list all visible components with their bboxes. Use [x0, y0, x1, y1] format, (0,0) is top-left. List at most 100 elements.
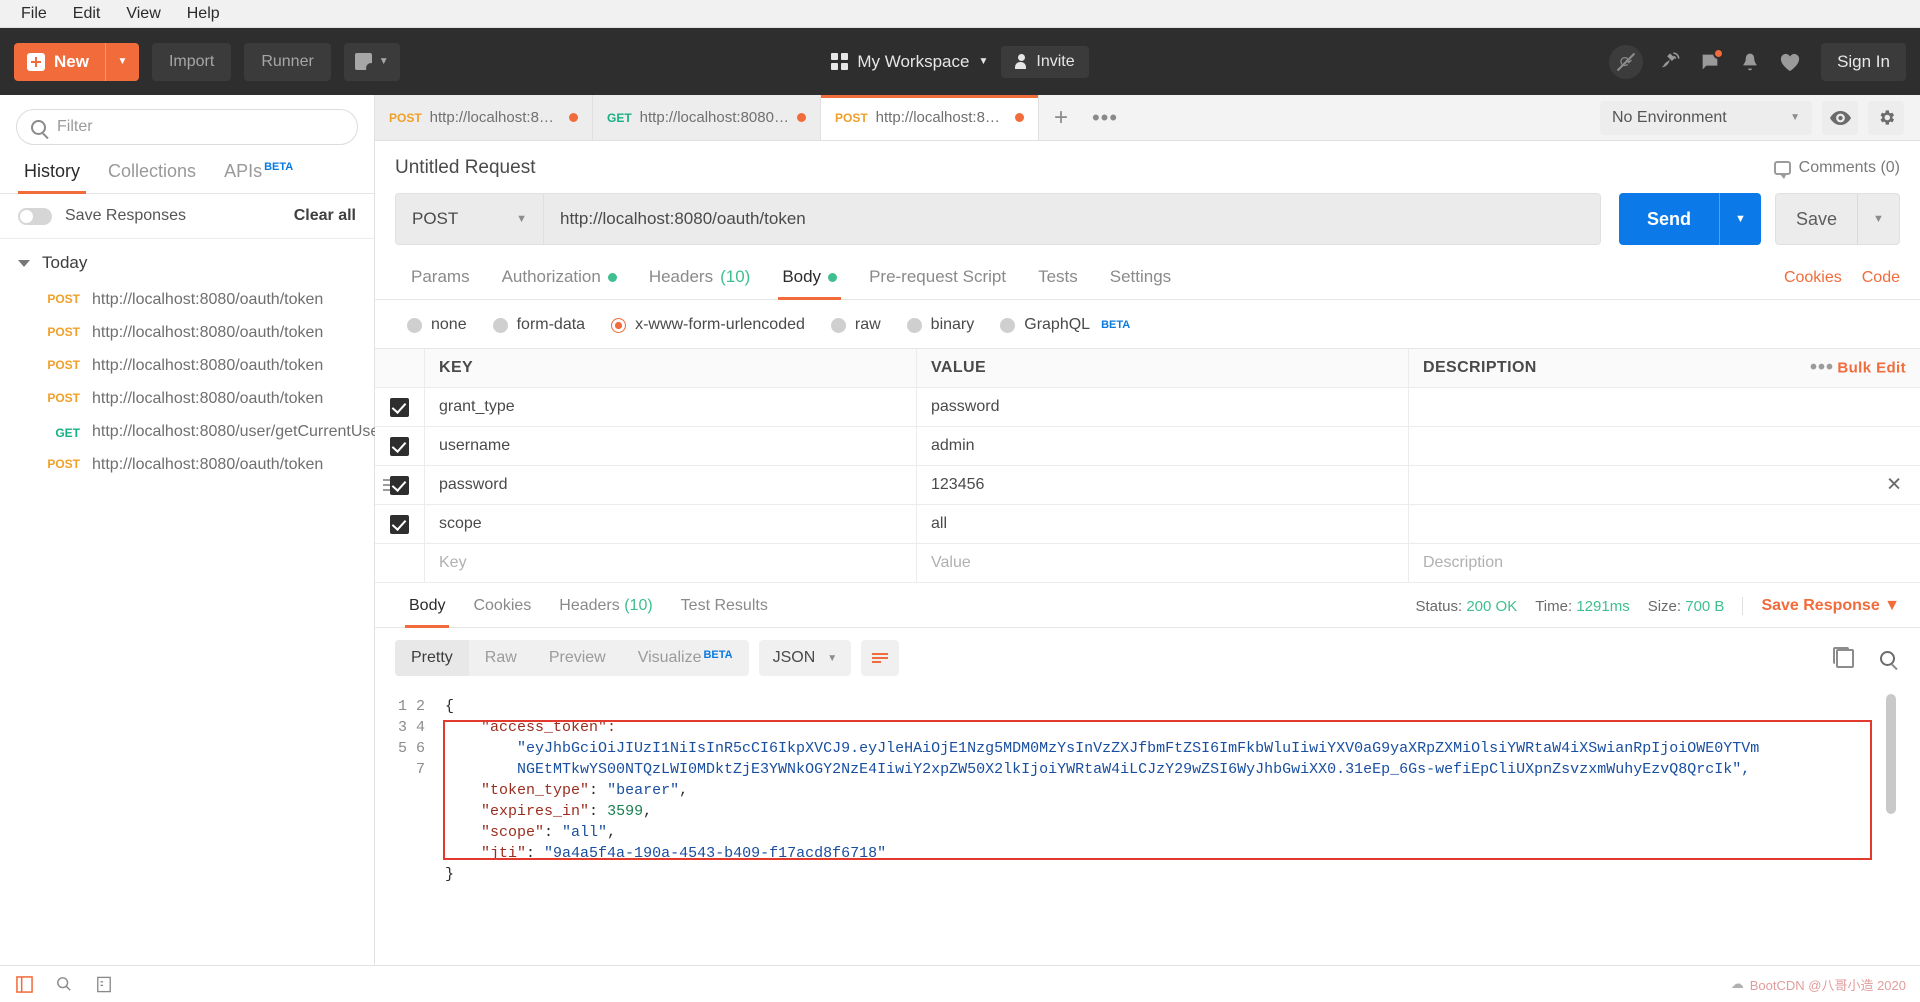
view-mode-preview[interactable]: Preview [533, 640, 622, 676]
menu-view[interactable]: View [113, 2, 173, 26]
table-row[interactable]: scope all [375, 505, 1920, 544]
tab-body[interactable]: Body [766, 263, 853, 300]
workspace-selector[interactable]: My Workspace ▼ [831, 52, 988, 72]
row-description[interactable] [1409, 466, 1920, 504]
comment-icon[interactable] [1697, 47, 1725, 75]
new-value-input[interactable]: Value [917, 544, 1409, 582]
row-description[interactable] [1409, 505, 1920, 543]
row-value[interactable]: all [917, 505, 1409, 543]
environment-selector[interactable]: No Environment ▼ [1600, 100, 1812, 135]
response-tab-test-results[interactable]: Test Results [667, 593, 782, 627]
table-options-button[interactable]: ••• [1810, 357, 1834, 380]
send-button[interactable]: Send ▼ [1618, 193, 1761, 245]
body-type-form-data[interactable]: form-data [492, 316, 585, 334]
body-type-binary[interactable]: binary [906, 316, 974, 334]
view-mode-visualize[interactable]: Visualize BETA [622, 640, 749, 676]
chevron-down-icon[interactable]: ▼ [104, 42, 139, 81]
response-body-code[interactable]: 1 2 3 4 5 6 7 { "access_token": "eyJhbGc… [375, 686, 1920, 965]
view-mode-pretty[interactable]: Pretty [395, 640, 469, 676]
sign-in-button[interactable]: Sign In [1821, 42, 1906, 81]
table-row-new[interactable]: Key Value Description [375, 544, 1920, 583]
close-icon[interactable]: ✕ [1886, 474, 1902, 497]
chevron-down-icon[interactable]: ▼ [1857, 194, 1899, 244]
response-tab-cookies[interactable]: Cookies [459, 593, 545, 627]
tab-headers[interactable]: Headers (10) [633, 263, 767, 299]
sidebar-tab-history[interactable]: History [10, 155, 94, 194]
request-tab-2[interactable]: GET http://localhost:8080/user/getC... [593, 95, 821, 140]
menu-help[interactable]: Help [174, 2, 233, 26]
sync-off-icon[interactable]: ⟳ [1609, 44, 1644, 79]
url-input[interactable]: http://localhost:8080/oauth/token [543, 193, 1601, 245]
request-tab-3[interactable]: POST http://localhost:8080/oauth/to... [821, 95, 1039, 140]
scrollbar-thumb[interactable] [1886, 694, 1896, 814]
heart-icon[interactable] [1777, 49, 1803, 75]
view-mode-raw[interactable]: Raw [469, 640, 533, 676]
list-item[interactable]: GET http://localhost:8080/user/getCurren… [0, 415, 384, 448]
tab-authorization[interactable]: Authorization [486, 263, 633, 299]
tab-tests[interactable]: Tests [1022, 263, 1094, 299]
copy-icon[interactable] [1832, 645, 1858, 671]
row-key[interactable]: username [425, 427, 917, 465]
menu-file[interactable]: File [8, 2, 60, 26]
invite-button[interactable]: Invite [1001, 45, 1089, 78]
request-tab-1[interactable]: POST http://localhost:8080/oauth/to... [375, 95, 593, 140]
list-item[interactable]: POST http://localhost:8080/oauth/token [0, 349, 374, 382]
row-value[interactable]: admin [917, 427, 1409, 465]
json-code[interactable]: { "access_token": "eyJhbGciOiJIUzI1NiIsI… [435, 686, 1920, 965]
bell-icon[interactable] [1737, 49, 1763, 75]
response-format-select[interactable]: JSON ▼ [758, 640, 852, 676]
row-key[interactable]: grant_type [425, 388, 917, 426]
response-tab-body[interactable]: Body [395, 593, 459, 628]
new-window-button[interactable]: ▼ [343, 42, 400, 81]
save-response-button[interactable]: Save Response ▼ [1742, 597, 1900, 615]
list-item[interactable]: POST http://localhost:8080/oauth/token [0, 283, 374, 316]
list-item[interactable]: POST http://localhost:8080/oauth/token [0, 448, 374, 481]
tab-options-button[interactable]: ••• [1083, 95, 1127, 140]
code-link[interactable]: Code [1862, 269, 1900, 287]
word-wrap-icon[interactable] [861, 640, 900, 676]
http-method-select[interactable]: POST ▼ [395, 193, 543, 245]
new-key-input[interactable]: Key [425, 544, 917, 582]
comments-button[interactable]: Comments (0) [1773, 159, 1900, 179]
table-row[interactable]: password 123456 ✕ [375, 466, 1920, 505]
tab-pre-request-script[interactable]: Pre-request Script [853, 263, 1022, 299]
table-row[interactable]: grant_type password [375, 388, 1920, 427]
cookies-link[interactable]: Cookies [1784, 269, 1842, 287]
row-description[interactable] [1409, 427, 1920, 465]
row-key[interactable]: scope [425, 505, 917, 543]
find-icon[interactable] [54, 974, 74, 994]
sidebar-toggle-icon[interactable] [14, 974, 34, 994]
checkbox-checked[interactable] [390, 475, 409, 495]
save-responses-toggle[interactable] [18, 207, 52, 225]
search-input[interactable]: Filter [16, 109, 358, 145]
import-button[interactable]: Import [151, 42, 232, 81]
sidebar-tab-apis[interactable]: APIs BETA [210, 155, 307, 193]
list-item[interactable]: POST http://localhost:8080/oauth/token [0, 382, 374, 415]
tab-settings[interactable]: Settings [1094, 263, 1187, 299]
row-value[interactable]: 123456 [917, 466, 1409, 504]
search-icon[interactable] [1874, 645, 1900, 671]
checkbox-checked[interactable] [390, 397, 409, 417]
console-icon[interactable] [94, 974, 114, 994]
satellite-icon[interactable] [1657, 49, 1683, 75]
response-tab-headers[interactable]: Headers (10) [545, 593, 666, 627]
new-tab-button[interactable]: + [1039, 95, 1083, 140]
body-type-none[interactable]: none [407, 316, 467, 334]
new-description-input[interactable]: Description [1409, 544, 1920, 582]
table-row[interactable]: username admin [375, 427, 1920, 466]
menu-edit[interactable]: Edit [60, 2, 114, 26]
row-description[interactable] [1409, 388, 1920, 426]
body-type-raw[interactable]: raw [830, 316, 881, 334]
new-button[interactable]: New ▼ [14, 42, 139, 81]
chevron-down-icon[interactable]: ▼ [1718, 193, 1761, 245]
eye-icon[interactable] [1822, 100, 1858, 135]
checkbox-checked[interactable] [390, 436, 409, 456]
list-item[interactable]: POST http://localhost:8080/oauth/token [0, 316, 374, 349]
clear-all-button[interactable]: Clear all [294, 207, 356, 225]
bulk-edit-button[interactable]: Bulk Edit [1837, 360, 1906, 377]
history-group-today[interactable]: Today [0, 239, 374, 283]
row-key[interactable]: password [425, 466, 917, 504]
body-type-graphql[interactable]: GraphQL BETA [1000, 316, 1130, 334]
runner-button[interactable]: Runner [244, 42, 331, 81]
tab-params[interactable]: Params [395, 263, 486, 299]
